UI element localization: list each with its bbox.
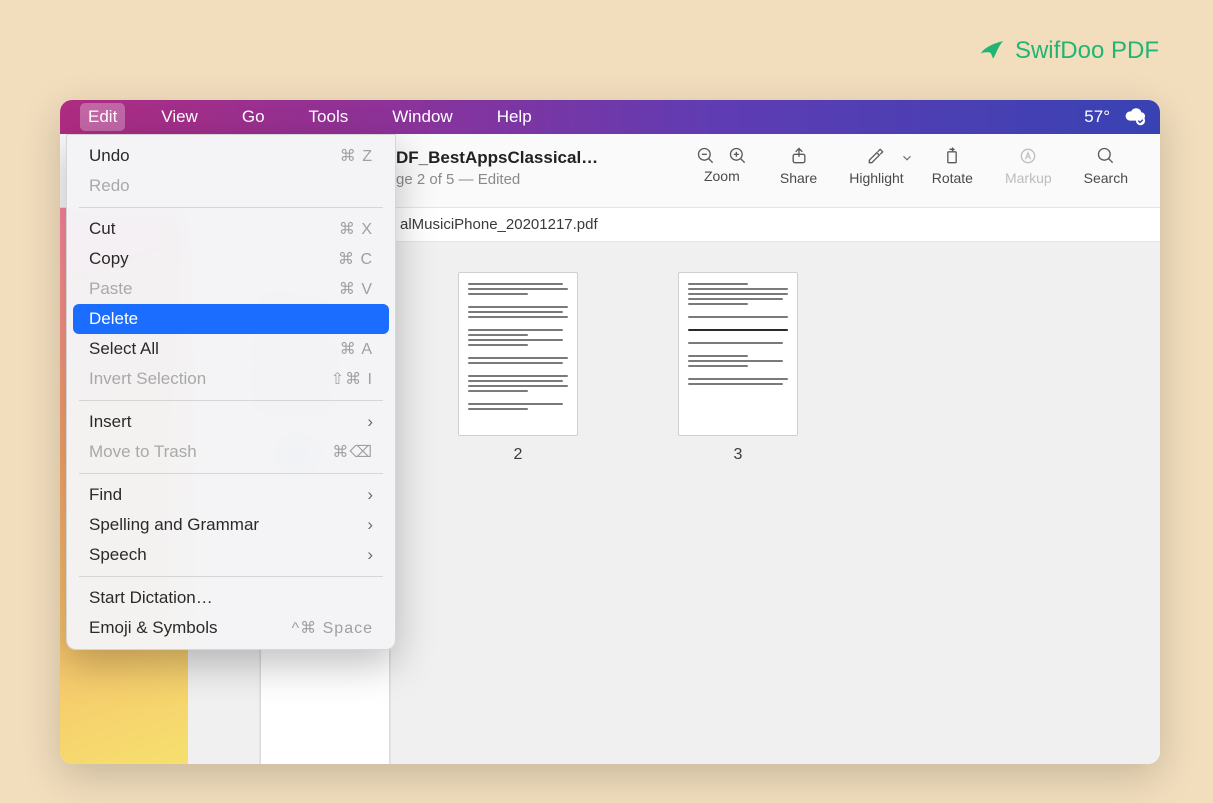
menu-start-dictation[interactable]: Start Dictation… [73, 583, 389, 613]
menu-edit[interactable]: Edit [80, 103, 125, 131]
markup-label: Markup [1005, 170, 1052, 186]
menu-separator [79, 207, 383, 208]
menu-speech[interactable]: Speech› [73, 540, 389, 570]
zoom-in-button[interactable] [722, 144, 762, 168]
edit-menu-dropdown: Undo⌘ Z Redo Cut⌘ X Copy⌘ C Paste⌘ V Del… [66, 134, 396, 650]
search-label: Search [1084, 170, 1128, 186]
document-subtitle: ge 2 of 5 — Edited [396, 171, 598, 188]
menu-copy[interactable]: Copy⌘ C [73, 244, 389, 274]
cloud-sync-icon[interactable] [1124, 106, 1146, 128]
search-button[interactable]: Search [1070, 144, 1142, 188]
menu-window[interactable]: Window [384, 103, 460, 131]
menubar-temperature[interactable]: 57° [1084, 107, 1110, 127]
menu-separator [79, 400, 383, 401]
menu-spelling-grammar[interactable]: Spelling and Grammar› [73, 510, 389, 540]
zoom-out-button[interactable] [682, 144, 722, 168]
chevron-right-icon: › [367, 545, 373, 565]
highlight-chevron-icon[interactable] [900, 151, 914, 165]
menu-find[interactable]: Find› [73, 480, 389, 510]
page-number-3: 3 [734, 446, 743, 464]
brand-logo: SwifDoo PDF [977, 36, 1159, 66]
menu-emoji-symbols[interactable]: Emoji & Symbols^⌘ Space [73, 613, 389, 643]
swifdoo-bird-icon [977, 36, 1007, 66]
share-label: Share [780, 170, 817, 186]
menu-move-to-trash: Move to Trash⌘⌫ [73, 437, 389, 467]
menu-view[interactable]: View [153, 103, 206, 131]
brand-name: SwifDoo PDF [1015, 37, 1159, 65]
chevron-right-icon: › [367, 515, 373, 535]
menu-go[interactable]: Go [234, 103, 273, 131]
menu-delete[interactable]: Delete [73, 304, 389, 334]
menu-help[interactable]: Help [489, 103, 540, 131]
menu-separator [79, 473, 383, 474]
document-title-area: DF_BestAppsClassical… ge 2 of 5 — Edited [396, 148, 598, 188]
markup-button[interactable]: Markup [991, 144, 1066, 188]
page-number-2: 2 [514, 446, 523, 464]
rotate-button[interactable]: Rotate [918, 144, 987, 188]
menu-redo: Redo [73, 171, 389, 201]
page-thumbnail-2[interactable] [458, 272, 578, 436]
menu-undo[interactable]: Undo⌘ Z [73, 141, 389, 171]
page-thumbnail-3[interactable] [678, 272, 798, 436]
chevron-right-icon: › [367, 485, 373, 505]
highlight-label: Highlight [849, 170, 903, 186]
share-button[interactable]: Share [766, 144, 831, 188]
app-window: Edit View Go Tools Window Help 57° DF_Be… [60, 100, 1160, 764]
menu-tools[interactable]: Tools [301, 103, 357, 131]
zoom-label: Zoom [704, 168, 740, 184]
document-title: DF_BestAppsClassical… [396, 148, 598, 168]
menubar: Edit View Go Tools Window Help 57° [60, 100, 1160, 134]
menu-paste: Paste⌘ V [73, 274, 389, 304]
menu-select-all[interactable]: Select All⌘ A [73, 334, 389, 364]
menu-insert[interactable]: Insert› [73, 407, 389, 437]
pathbar-filename: alMusiciPhone_20201217.pdf [400, 216, 598, 233]
menu-cut[interactable]: Cut⌘ X [73, 214, 389, 244]
menu-invert-selection: Invert Selection⇧⌘ I [73, 364, 389, 394]
chevron-right-icon: › [367, 412, 373, 432]
menu-separator [79, 576, 383, 577]
rotate-label: Rotate [932, 170, 973, 186]
